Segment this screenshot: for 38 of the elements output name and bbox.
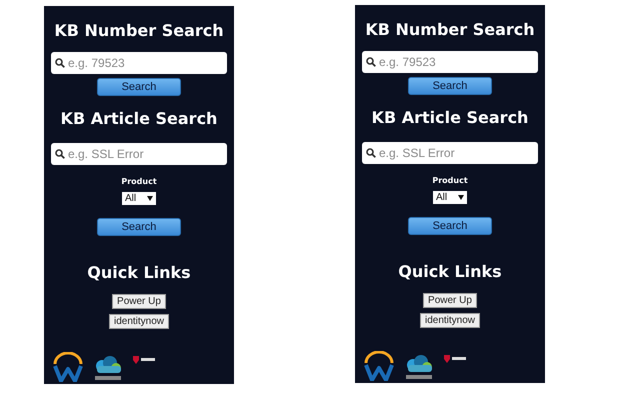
search-button[interactable]: Search [97, 218, 181, 236]
search-input[interactable]: e.g. 79523 [379, 55, 534, 69]
cloud-logo-icon [92, 354, 124, 382]
kb-article-field[interactable]: e.g. SSL Error [51, 143, 227, 165]
section-heading: KB Number Search [365, 19, 535, 41]
dropdown-caret-icon [458, 195, 464, 200]
search-icon [55, 58, 65, 68]
quick-link-button[interactable]: Power Up [423, 293, 477, 308]
section-heading: KB Article Search [372, 107, 528, 129]
shield-logo-icon [443, 354, 467, 364]
section-heading: Quick Links [87, 262, 191, 284]
shield-logo-icon [132, 355, 156, 365]
search-icon [55, 149, 65, 159]
quick-link-button[interactable]: identitynow [108, 314, 170, 329]
search-button[interactable]: Search [408, 77, 492, 95]
kb-number-field[interactable]: e.g. 79523 [362, 51, 538, 73]
search-input[interactable]: e.g. SSL Error [379, 146, 534, 160]
dropdown-caret-icon [147, 196, 153, 201]
quick-link-button[interactable]: identitynow [420, 313, 480, 328]
w-logo-icon [363, 351, 395, 381]
product-select[interactable]: All [433, 191, 467, 204]
product-label: Product [121, 177, 157, 186]
kb-article-field[interactable]: e.g. SSL Error [362, 142, 538, 164]
section-heading: Quick Links [398, 261, 502, 283]
search-button[interactable]: Search [408, 217, 492, 235]
search-button[interactable]: Search [97, 78, 181, 96]
product-label: Product [432, 176, 468, 185]
search-input[interactable]: e.g. SSL Error [68, 147, 223, 161]
search-icon [366, 57, 376, 67]
search-input[interactable]: e.g. 79523 [68, 56, 223, 70]
quick-link-button[interactable]: Power Up [112, 294, 166, 309]
kb-number-field[interactable]: e.g. 79523 [51, 52, 227, 74]
section-heading: KB Article Search [60, 108, 218, 130]
product-select[interactable]: All [122, 192, 156, 205]
w-logo-icon [52, 352, 84, 382]
search-icon [366, 148, 376, 158]
cloud-logo-icon [403, 353, 435, 381]
section-heading: KB Number Search [54, 20, 224, 42]
